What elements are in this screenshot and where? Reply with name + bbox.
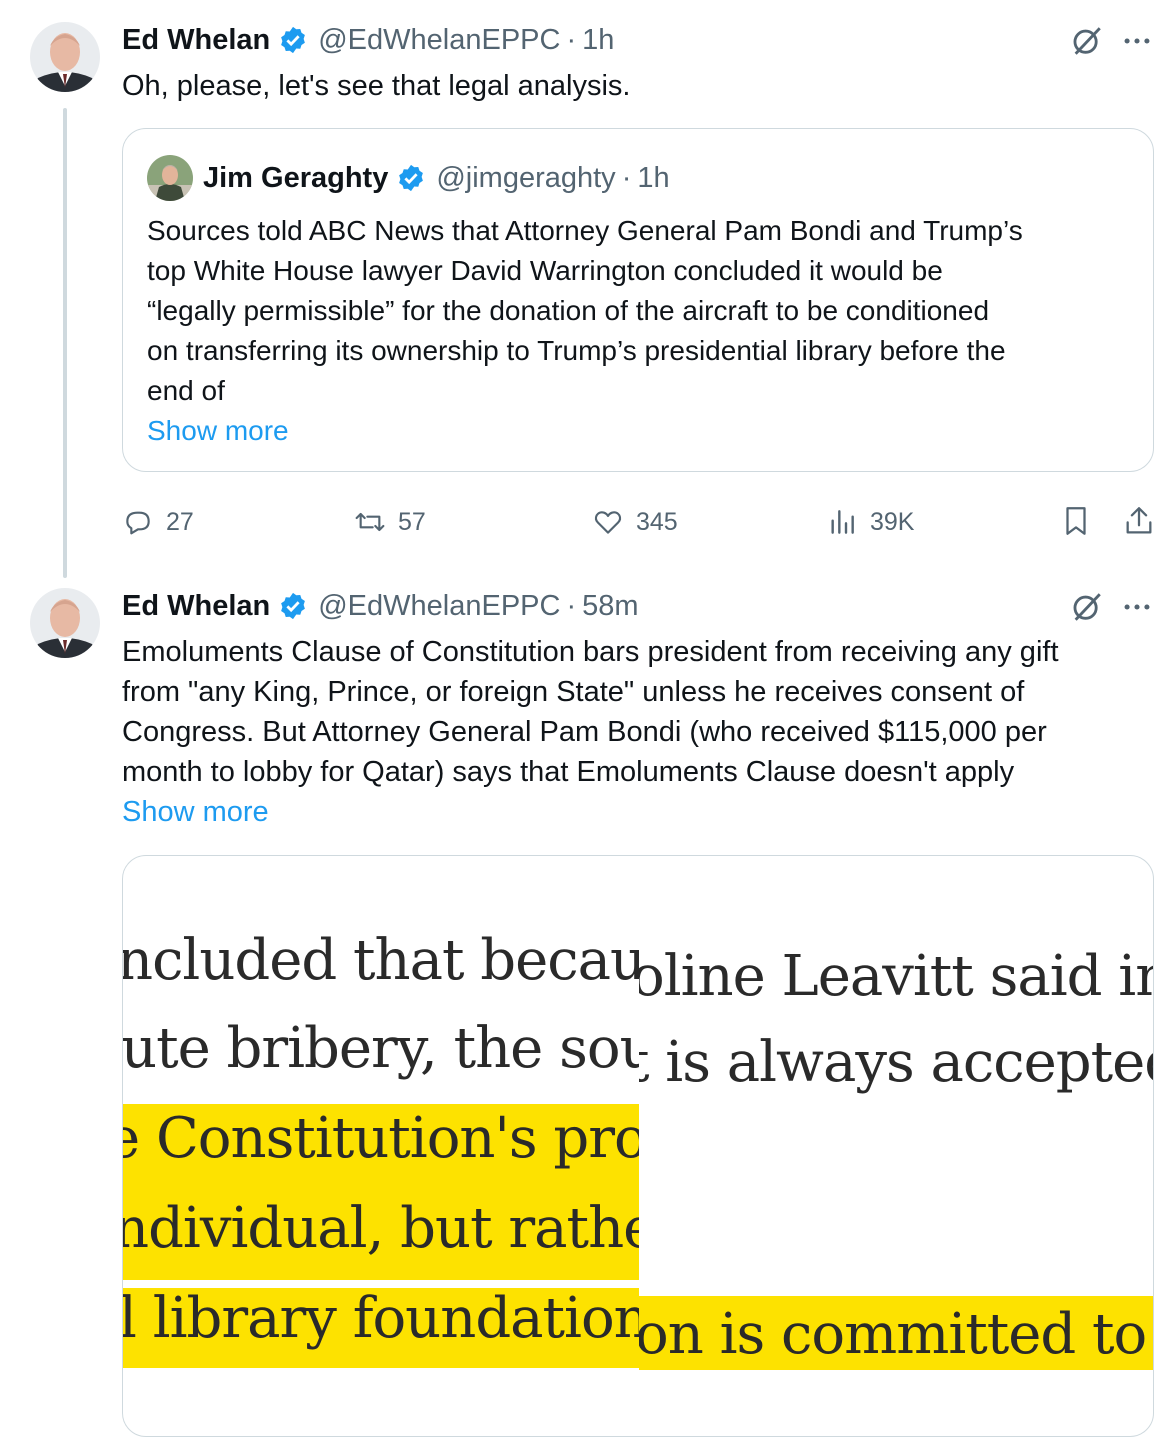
quote-author-name: Jim Geraghty [203,161,389,194]
tweet1-header: Ed Whelan @EdWhelanEPPC · 1h [122,20,614,60]
avatar-image [30,588,100,658]
excerpt-line: ndividual, but rathe [123,1196,639,1261]
avatar-ed-whelan[interactable] [30,22,100,92]
quoted-tweet-card[interactable]: Jim Geraghty @jimgeraghty · 1h Sources t… [122,128,1154,472]
quote-show-more-link[interactable]: Show more [147,411,1137,451]
avatar-image [147,155,193,201]
quote-text-line: end of [147,375,225,406]
author-handle[interactable]: @EdWhelanEPPC [318,24,560,57]
repost-count: 57 [398,507,426,536]
excerpt-line: ncluded that becau [123,928,639,993]
repost-button[interactable]: 57 [354,500,426,544]
tweet2-text: Emoluments Clause of Constitution bars p… [122,632,1142,832]
reply-count: 27 [166,507,194,536]
views-button[interactable]: 39K [826,500,914,544]
tweet-text-line: Emoluments Clause of Constitution bars p… [122,636,1059,668]
excerpt-line: e Constitution's pro [123,1106,639,1171]
quote-text: Sources told ABC News that Attorney Gene… [147,211,1137,451]
excerpt-line: ute bribery, the sou [123,1016,639,1081]
quote-header: Jim Geraghty @jimgeraghty · 1h [203,158,670,198]
quote-text-line: “legally permissible” for the donation o… [147,295,990,326]
excerpt-line: l library foundation [123,1286,639,1351]
avatar-jim-geraghty [147,155,193,201]
verified-badge-icon[interactable] [278,591,308,621]
reply-button[interactable]: 27 [122,500,194,544]
grok-icon[interactable] [1070,590,1104,624]
like-count: 345 [636,507,678,536]
heart-icon [594,511,622,534]
header-separator: · [621,161,632,194]
tweet-timestamp[interactable]: 58m [582,590,638,623]
thread-connector-line [63,108,67,578]
bookmark-icon[interactable] [1059,504,1093,538]
reply-icon [126,511,150,535]
quote-timestamp: 1h [637,161,670,194]
tweet-timestamp[interactable]: 1h [582,24,614,57]
repost-icon [355,512,385,532]
quote-text-line: top White House lawyer David Warrington … [147,255,943,286]
like-button[interactable]: 345 [592,500,678,544]
verified-badge-icon [399,164,424,192]
author-name[interactable]: Ed Whelan [122,590,270,623]
more-options-icon[interactable] [1120,590,1154,624]
tweet-text-line: Congress. But Attorney General Pam Bondi… [122,716,1047,748]
tweet1-text: Oh, please, let's see that legal analysi… [122,70,631,102]
media-right-excerpt: oline Leavitt said in a t is always acce… [639,856,1154,1436]
verified-badge-icon[interactable] [278,25,308,55]
media-left-excerpt: ncluded that becau ute bribery, the sou … [123,856,639,1436]
share-icon[interactable] [1122,504,1156,538]
avatar-image [30,22,100,92]
show-more-link[interactable]: Show more [122,792,1142,832]
quote-author-handle: @jimgeraghty [436,161,616,194]
tweet-media-image[interactable]: ncluded that becau ute bribery, the sou … [122,855,1154,1437]
excerpt-line: t is always accepted [639,1030,1154,1095]
quote-text-line: Sources told ABC News that Attorney Gene… [147,215,1023,246]
header-separator: · [566,23,577,56]
more-options-icon[interactable] [1120,24,1154,58]
author-name[interactable]: Ed Whelan [122,24,270,57]
quote-text-line: on transferring its ownership to Trump’s… [147,335,1006,366]
tweet-text-line: from "any King, Prince, or foreign State… [122,676,1025,708]
excerpt-line: on is committed to f [639,1302,1154,1367]
view-count: 39K [870,507,915,536]
excerpt-line: oline Leavitt said in a [639,944,1153,1009]
header-separator: · [566,589,577,622]
tweet2-header: Ed Whelan @EdWhelanEPPC · 58m [122,586,639,626]
tweet-text-line: month to lobby for Qatar) says that Emol… [122,756,1015,788]
tweet1-action-bar: 27 57 345 39K [122,500,1162,544]
views-chart-icon [831,510,854,534]
avatar-ed-whelan[interactable] [30,588,100,658]
grok-icon[interactable] [1070,24,1104,58]
author-handle[interactable]: @EdWhelanEPPC [318,590,560,623]
